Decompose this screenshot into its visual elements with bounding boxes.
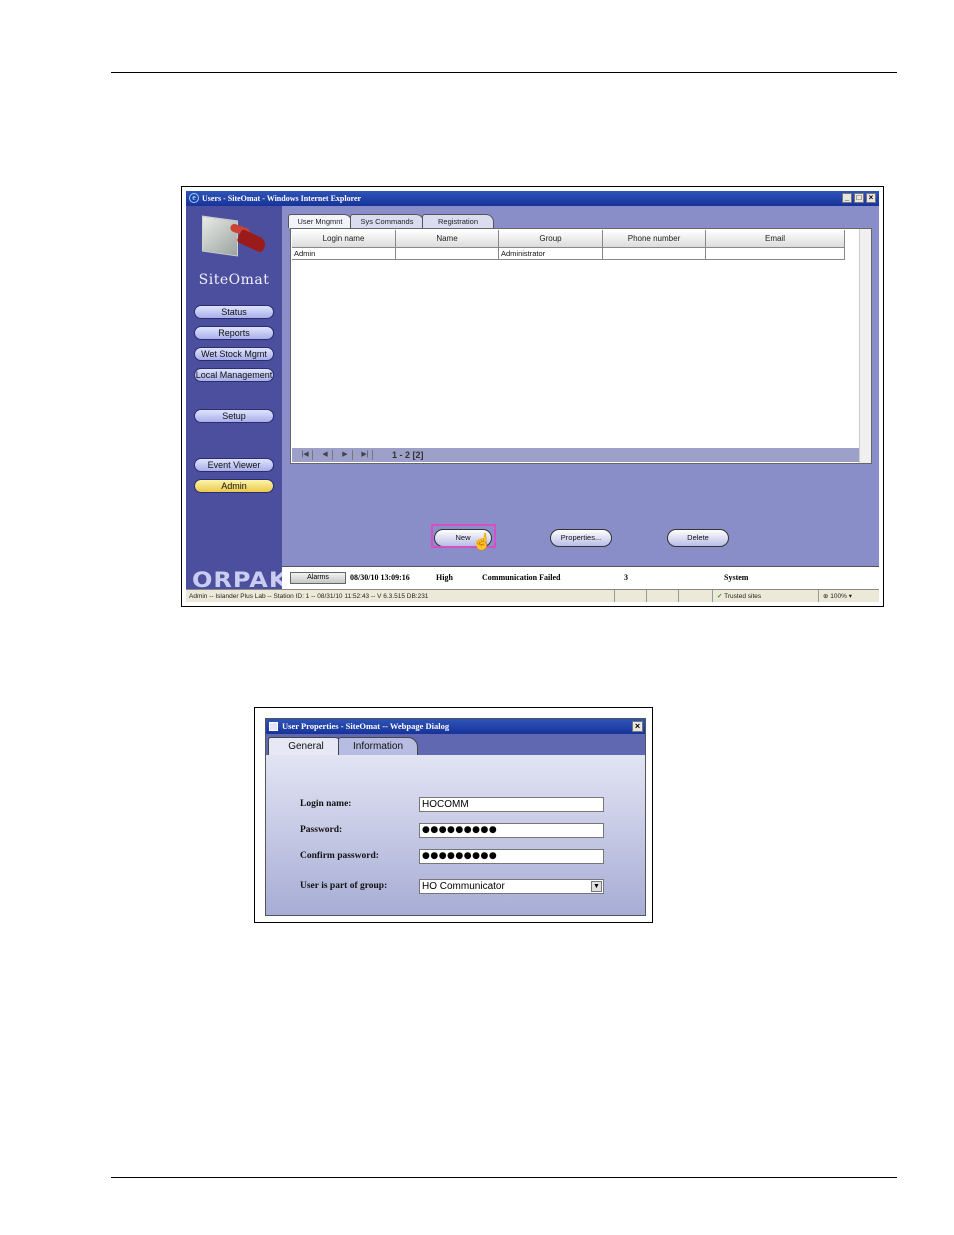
nav-wet-stock-button[interactable]: Wet Stock Mgmt — [194, 347, 274, 361]
security-zone-label: Trusted sites — [724, 593, 762, 600]
footer-rule — [111, 1177, 897, 1178]
header-rule — [111, 72, 897, 73]
cell-email — [706, 248, 845, 260]
minimize-button[interactable]: _ — [842, 193, 852, 203]
nav-setup-button[interactable]: Setup — [194, 409, 274, 423]
hand-cursor-icon: ☝ — [472, 534, 492, 551]
alarm-message: Communication Failed — [482, 573, 561, 582]
tab-registration[interactable]: Registration — [422, 214, 494, 228]
vertical-scrollbar[interactable] — [859, 229, 871, 463]
first-page-button[interactable]: |◀ — [298, 450, 313, 460]
group-select[interactable]: HO Communicator ▼ — [419, 879, 604, 894]
brand-name: SiteOmat — [198, 272, 270, 288]
sidebar: SiteOmat Status Reports Wet Stock Mgmt L… — [186, 206, 287, 593]
nav-event-viewer-button[interactable]: Event Viewer — [194, 458, 274, 472]
alarm-source: System — [724, 573, 749, 582]
next-page-button[interactable]: ▶ — [338, 450, 353, 460]
chevron-down-icon: ▾ — [848, 593, 852, 600]
alarm-bar: Alarms 08/30/10 13:09:16 High Communicat… — [282, 566, 879, 590]
table-row[interactable]: Admin Administrator — [292, 248, 845, 260]
status-divider — [614, 590, 631, 602]
dialog-title: User Properties - SiteOmat -- Webpage Di… — [282, 721, 450, 731]
delete-button[interactable]: Delete — [667, 529, 729, 547]
status-divider — [678, 590, 695, 602]
zoom-level: 100% — [830, 593, 847, 600]
prev-page-button[interactable]: ◀ — [318, 450, 333, 460]
nav-local-management-button[interactable]: Local Management — [194, 368, 274, 382]
column-header-group[interactable]: Group — [499, 230, 603, 248]
dialog-tab-strip: General Information — [266, 734, 645, 755]
group-label: User is part of group: — [300, 881, 388, 891]
confirm-password-field[interactable]: ●●●●●●●●● — [419, 849, 604, 864]
cell-phone-number — [603, 248, 706, 260]
login-name-label: Login name: — [300, 799, 352, 809]
ie-status-bar: Admin -- Islander Plus Lab -- Station ID… — [186, 589, 879, 602]
close-button[interactable]: × — [866, 193, 876, 203]
group-selected-value: HO Communicator — [422, 881, 505, 892]
alarm-severity: High — [436, 573, 453, 582]
column-header-phone-number[interactable]: Phone number — [603, 230, 706, 248]
grid-header: Login name Name Group Phone number Email — [292, 230, 845, 248]
user-properties-screenshot: User Properties - SiteOmat -- Webpage Di… — [254, 707, 653, 923]
tab-information[interactable]: Information — [338, 737, 418, 755]
tab-user-mngmnt[interactable]: User Mngmnt — [288, 214, 352, 228]
tab-general[interactable]: General — [268, 737, 344, 755]
zoom-control[interactable]: ⊕ 100% ▾ — [818, 590, 879, 602]
cell-name — [396, 248, 499, 260]
alarm-count: 3 — [624, 573, 628, 582]
users-grid: Login name Name Group Phone number Email… — [290, 228, 872, 464]
security-zone: ✓ Trusted sites — [712, 590, 816, 602]
cell-login-name: Admin — [292, 248, 396, 260]
dialog-icon — [269, 722, 278, 731]
alarms-button[interactable]: Alarms — [290, 572, 346, 584]
dialog-titlebar: User Properties - SiteOmat -- Webpage Di… — [266, 719, 645, 734]
properties-button[interactable]: Properties... — [550, 529, 612, 547]
ie-window: e Users - SiteOmat - Windows Internet Ex… — [186, 191, 879, 602]
window-titlebar: e Users - SiteOmat - Windows Internet Ex… — [186, 191, 879, 206]
window-title: Users - SiteOmat - Windows Internet Expl… — [202, 194, 362, 203]
status-divider — [646, 590, 663, 602]
password-field[interactable]: ●●●●●●●●● — [419, 823, 604, 838]
nav-reports-button[interactable]: Reports — [194, 326, 274, 340]
nav-status-button[interactable]: Status — [194, 305, 274, 319]
nav-admin-button[interactable]: Admin — [194, 479, 274, 493]
last-page-button[interactable]: ▶| — [358, 450, 373, 460]
page-range: 1 - 2 [2] — [392, 450, 424, 460]
column-header-login-name[interactable]: Login name — [292, 230, 396, 248]
pager: |◀ ◀ ▶ ▶| 1 - 2 [2] — [292, 448, 859, 462]
dialog-close-button[interactable]: × — [632, 721, 643, 732]
alarm-datetime: 08/30/10 13:09:16 — [350, 573, 410, 582]
dropdown-arrow-icon[interactable]: ▼ — [591, 881, 602, 892]
confirm-password-label: Confirm password: — [300, 851, 379, 861]
column-header-email[interactable]: Email — [706, 230, 845, 248]
dialog-body: Login name: HOCOMM Password: ●●●●●●●●● C… — [266, 755, 645, 915]
cell-group: Administrator — [499, 248, 603, 260]
status-info: Admin -- Islander Plus Lab -- Station ID… — [189, 593, 429, 600]
checkmark-icon: ✓ — [717, 593, 723, 600]
password-label: Password: — [300, 825, 343, 835]
tab-sys-commands[interactable]: Sys Commands — [350, 214, 424, 228]
users-window-screenshot: e Users - SiteOmat - Windows Internet Ex… — [181, 186, 884, 607]
siteomat-logo-icon — [200, 214, 270, 266]
maximize-button[interactable]: □ — [854, 193, 864, 203]
ie-icon: e — [189, 193, 199, 203]
login-name-field[interactable]: HOCOMM — [419, 797, 604, 812]
zoom-icon: ⊕ — [823, 593, 829, 600]
user-properties-dialog: User Properties - SiteOmat -- Webpage Di… — [265, 718, 646, 916]
column-header-name[interactable]: Name — [396, 230, 499, 248]
